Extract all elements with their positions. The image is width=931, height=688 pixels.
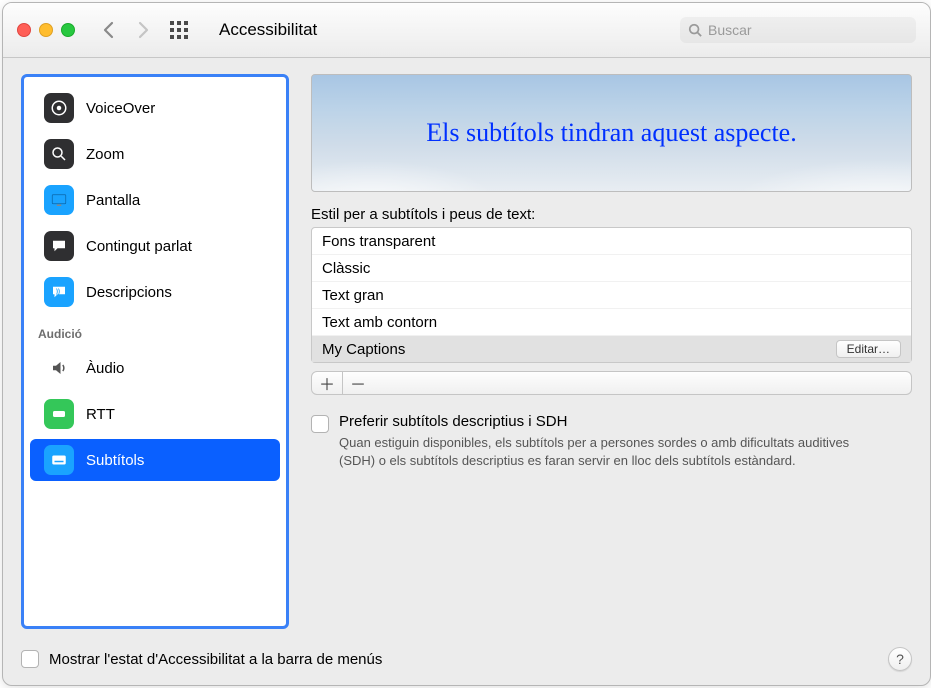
traffic-lights [17, 23, 75, 37]
speech-bubble-icon [44, 231, 74, 261]
prefer-sdh-option: Preferir subtítols descriptius i SDH Qua… [311, 413, 912, 469]
prefer-sdh-description: Quan estiguin disponibles, els subtítols… [339, 434, 859, 469]
split: VoiceOver Zoom Pantalla [21, 74, 912, 629]
show-all-prefs-button[interactable] [169, 20, 189, 40]
rtt-icon [44, 399, 74, 429]
zoom-icon [44, 139, 74, 169]
style-row[interactable]: My Captions Editar… [312, 336, 911, 362]
style-row-label: Text gran [322, 287, 384, 304]
sidebar-item-audio[interactable]: Àudio [30, 347, 280, 389]
sidebar-item-descriptions[interactable]: )) Descripcions [30, 271, 280, 313]
style-row[interactable]: Text gran [312, 282, 911, 309]
prefer-sdh-checkbox[interactable] [311, 415, 329, 433]
sidebar-item-captions[interactable]: Subtítols [30, 439, 280, 481]
search-field[interactable]: Buscar [680, 17, 916, 43]
captions-pane: Els subtítols tindran aquest aspecte. Es… [311, 74, 912, 629]
add-remove-group: ＋ － [311, 371, 912, 395]
remove-style-button[interactable]: － [343, 372, 373, 394]
sidebar-item-label: Subtítols [86, 452, 144, 469]
sidebar-item-display[interactable]: Pantalla [30, 179, 280, 221]
style-row-label: Text amb contorn [322, 314, 437, 331]
sidebar-item-label: Descripcions [86, 284, 172, 301]
sidebar-item-label: VoiceOver [86, 100, 155, 117]
style-row-label: Clàssic [322, 260, 370, 277]
nav-group [101, 20, 151, 40]
sidebar-item-label: Pantalla [86, 192, 140, 209]
prefer-sdh-label: Preferir subtítols descriptius i SDH [339, 413, 859, 430]
descriptions-icon: )) [44, 277, 74, 307]
show-in-menubar-checkbox[interactable] [21, 650, 39, 668]
sidebar-item-rtt[interactable]: RTT [30, 393, 280, 435]
styles-label: Estil per a subtítols i peus de text: [311, 206, 912, 223]
minimize-window-button[interactable] [39, 23, 53, 37]
close-window-button[interactable] [17, 23, 31, 37]
forward-button[interactable] [135, 20, 151, 40]
search-placeholder: Buscar [708, 22, 908, 38]
zoom-window-button[interactable] [61, 23, 75, 37]
style-row[interactable]: Text amb contorn [312, 309, 911, 336]
window: Accessibilitat Buscar VoiceOver [2, 2, 931, 686]
style-row-label: Fons transparent [322, 233, 435, 250]
speaker-icon [44, 353, 74, 383]
sidebar-item-voiceover[interactable]: VoiceOver [30, 87, 280, 129]
captions-icon [44, 445, 74, 475]
sidebar-item-spoken-content[interactable]: Contingut parlat [30, 225, 280, 267]
show-in-menubar-label: Mostrar l'estat d'Accessibilitat a la ba… [49, 651, 382, 668]
back-button[interactable] [101, 20, 117, 40]
caption-preview-text: Els subtítols tindran aquest aspecte. [426, 118, 796, 148]
footer: Mostrar l'estat d'Accessibilitat a la ba… [21, 641, 912, 671]
svg-text:)): )) [56, 289, 60, 295]
sidebar-item-zoom[interactable]: Zoom [30, 133, 280, 175]
toolbar: Accessibilitat Buscar [3, 3, 930, 58]
voiceover-icon [44, 93, 74, 123]
caption-style-list: Fons transparent Clàssic Text gran Text … [311, 227, 912, 363]
sidebar-item-label: Contingut parlat [86, 238, 192, 255]
caption-preview: Els subtítols tindran aquest aspecte. [311, 74, 912, 192]
display-icon [44, 185, 74, 215]
sidebar-item-label: RTT [86, 406, 115, 423]
help-button[interactable]: ? [888, 647, 912, 671]
edit-style-button[interactable]: Editar… [836, 340, 901, 358]
sidebar: VoiceOver Zoom Pantalla [21, 74, 289, 629]
sidebar-item-label: Àudio [86, 360, 124, 377]
style-row[interactable]: Clàssic [312, 255, 911, 282]
body: VoiceOver Zoom Pantalla [3, 58, 930, 685]
sidebar-section-header: Audició [24, 317, 286, 343]
style-row-label: My Captions [322, 341, 405, 358]
style-row[interactable]: Fons transparent [312, 228, 911, 255]
window-title: Accessibilitat [219, 20, 317, 40]
add-style-button[interactable]: ＋ [312, 372, 343, 394]
sidebar-item-label: Zoom [86, 146, 124, 163]
